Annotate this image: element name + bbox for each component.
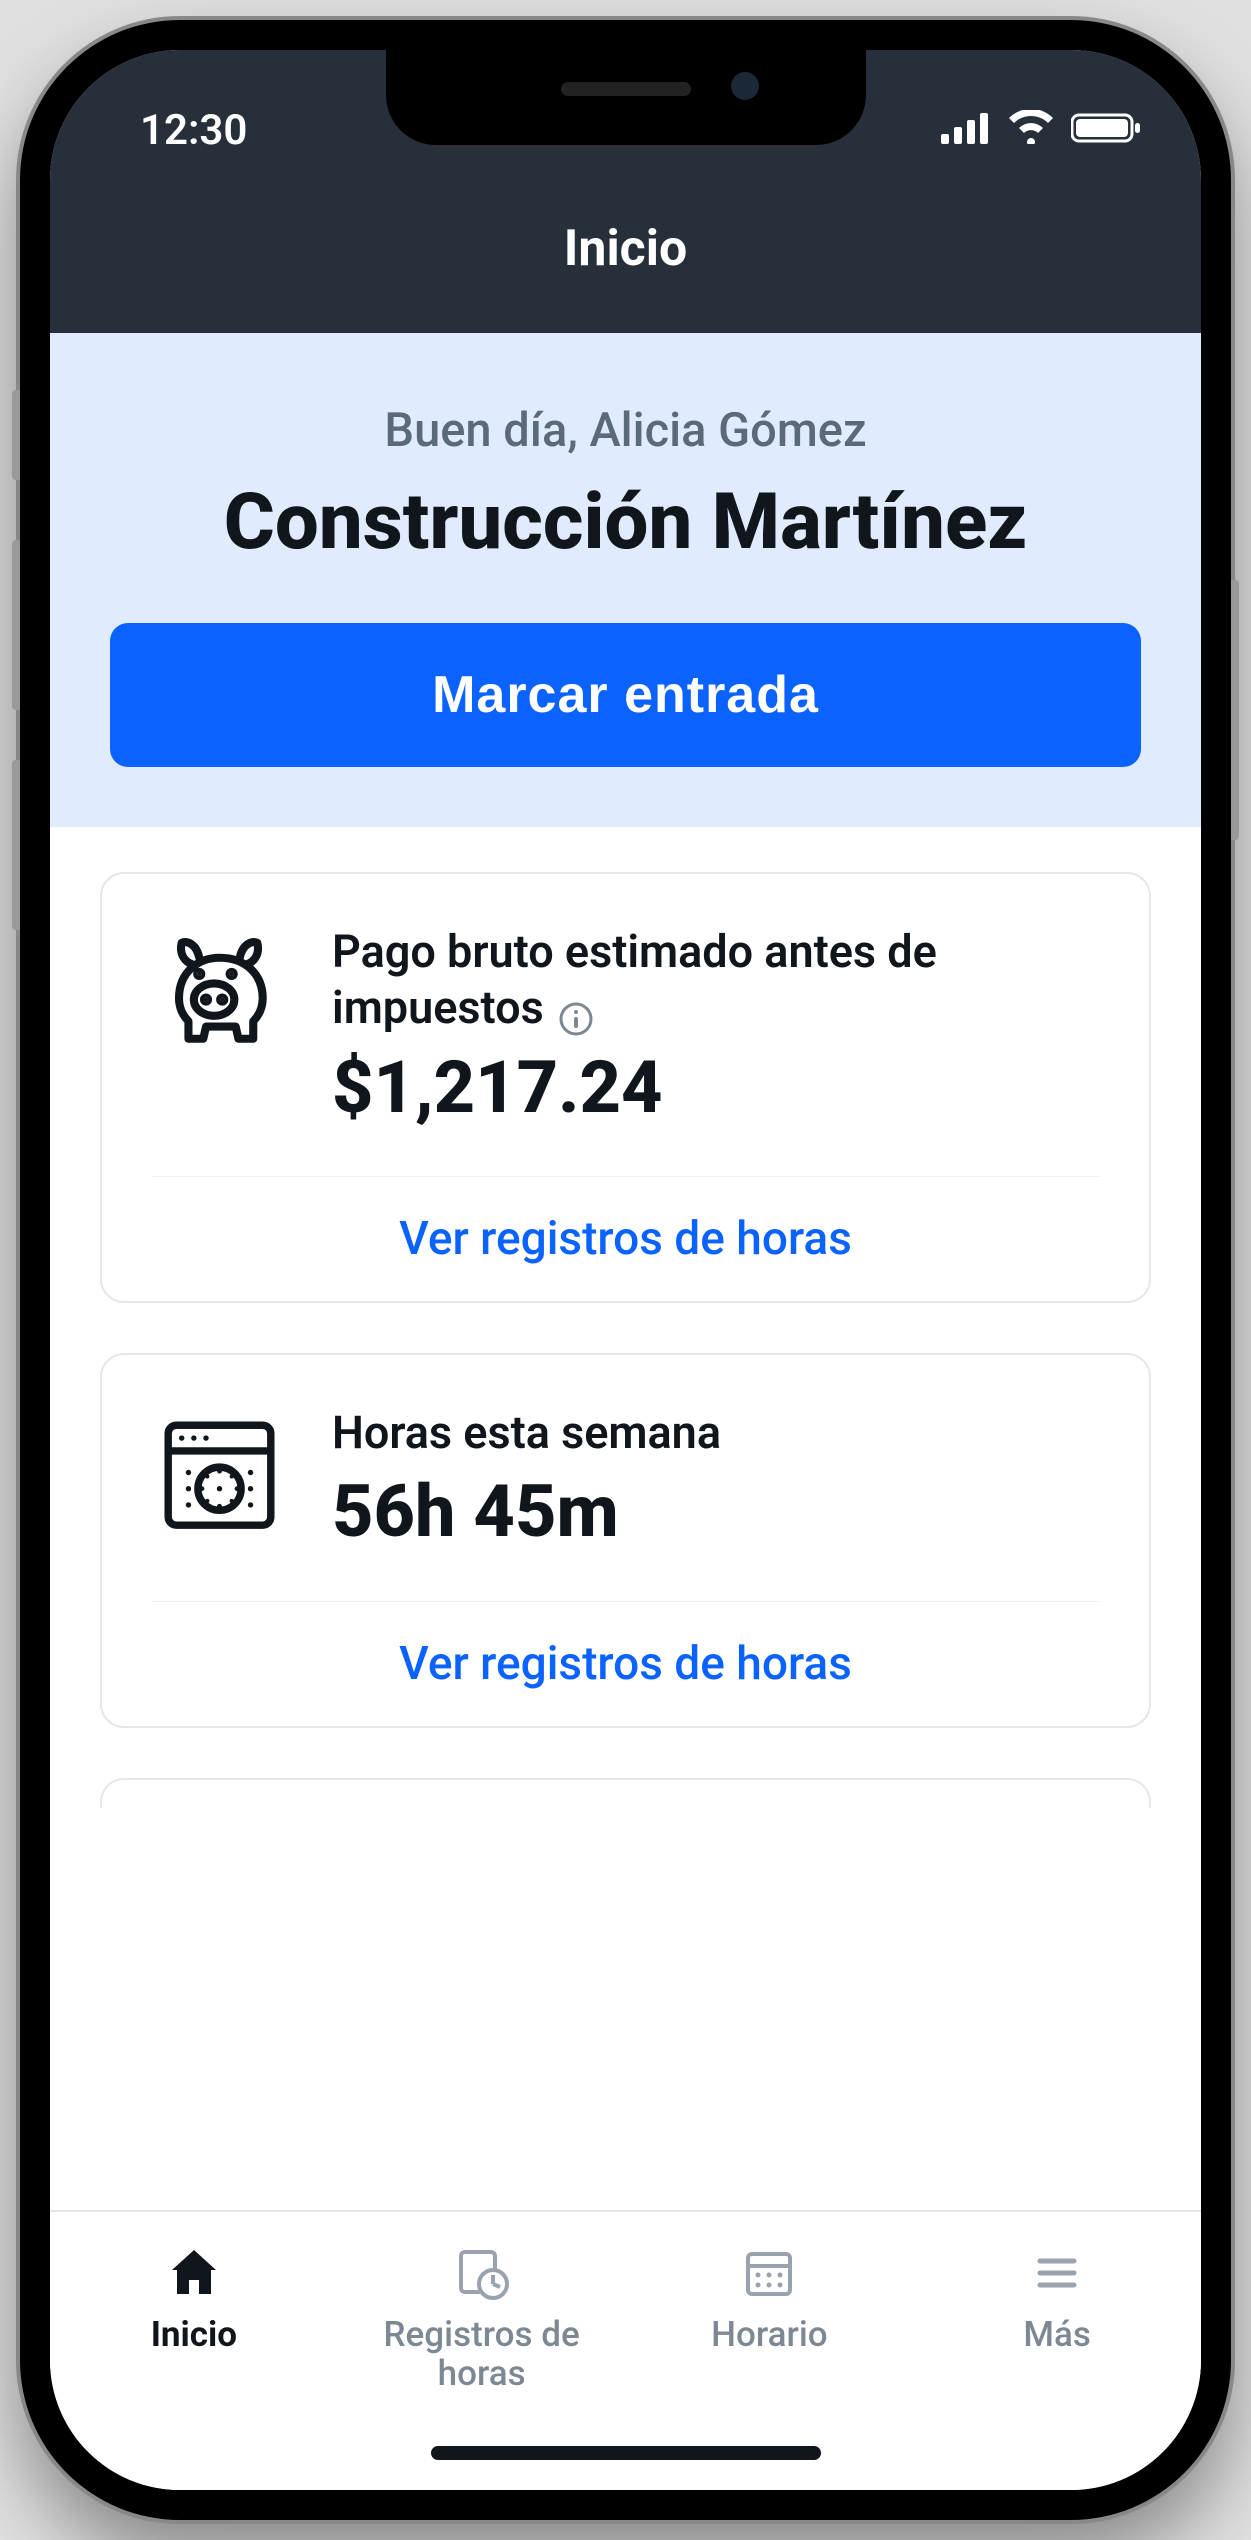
tab-label: Registros de horas [338, 2316, 626, 2393]
cellular-icon [941, 106, 991, 155]
app-header: Inicio [50, 180, 1201, 333]
card-link-wrap: Ver registros de horas [152, 1176, 1099, 1301]
notch-speaker [561, 82, 691, 96]
pay-label: Pago bruto estimado antes de impuestos [332, 925, 937, 1034]
card-body: Pago bruto estimado antes de impuestos $… [332, 924, 1099, 1131]
company-name: Construcción Martínez [110, 478, 1141, 568]
tab-label: Inicio [151, 2316, 237, 2355]
volume-up-button [12, 540, 20, 710]
pay-value: $1,217.24 [332, 1045, 1099, 1131]
power-button [1231, 580, 1239, 840]
status-bar: 12:30 [50, 50, 1201, 180]
phone-device-frame: 12:30 Inicio Buen día, Alicia Gómez Cons… [20, 20, 1231, 2520]
greeting-text: Buen día, Alicia Gómez [110, 403, 1141, 458]
home-indicator[interactable] [431, 2446, 821, 2460]
view-hours-records-link[interactable]: Ver registros de horas [152, 1602, 1099, 1726]
schedule-icon [738, 2242, 800, 2308]
hours-label: Horas esta semana [332, 1406, 721, 1459]
piggy-bank-icon [152, 924, 287, 1059]
screen: 12:30 Inicio Buen día, Alicia Gómez Cons… [50, 50, 1201, 2490]
battery-icon [1071, 106, 1141, 155]
notch-camera [731, 72, 759, 100]
timesheet-icon [451, 2242, 513, 2308]
card-body: Horas esta semana 56h 45m [332, 1405, 1099, 1556]
status-indicators [941, 106, 1141, 155]
tab-home[interactable]: Inicio [50, 2232, 338, 2490]
wifi-icon [1007, 106, 1055, 155]
page-title: Inicio [564, 220, 687, 278]
content-area: Pago bruto estimado antes de impuestos $… [50, 827, 1201, 2210]
view-pay-records-link[interactable]: Ver registros de horas [152, 1177, 1099, 1301]
card-top: Horas esta semana 56h 45m [152, 1405, 1099, 1556]
tab-label: Horario [711, 2316, 827, 2355]
hero-section: Buen día, Alicia Gómez Construcción Mart… [50, 333, 1201, 827]
info-icon[interactable] [558, 1001, 594, 1037]
calendar-icon [152, 1405, 287, 1540]
next-card-partial [100, 1778, 1151, 1808]
home-icon [163, 2242, 225, 2308]
tab-more[interactable]: Más [913, 2232, 1201, 2490]
tab-label: Más [1023, 2316, 1091, 2355]
hours-value: 56h 45m [332, 1469, 1099, 1555]
card-top: Pago bruto estimado antes de impuestos $… [152, 924, 1099, 1131]
clock-in-button[interactable]: Marcar entrada [110, 623, 1141, 767]
volume-down-button [12, 760, 20, 930]
mute-switch [12, 390, 20, 480]
status-time: 12:30 [140, 106, 247, 155]
card-link-wrap: Ver registros de horas [152, 1601, 1099, 1726]
hours-this-week-card: Horas esta semana 56h 45m Ver registros … [100, 1353, 1151, 1728]
tab-bar: Inicio Registros de horas Horario Más [50, 2210, 1201, 2490]
estimated-pay-card: Pago bruto estimado antes de impuestos $… [100, 872, 1151, 1303]
menu-icon [1026, 2242, 1088, 2308]
